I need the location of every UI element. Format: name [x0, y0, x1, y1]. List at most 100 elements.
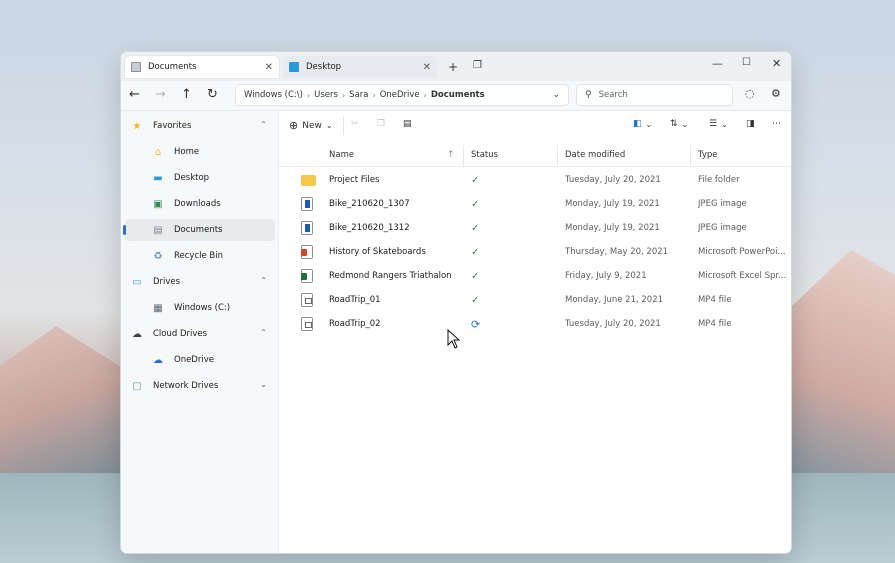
up-arrow-icon[interactable]: ↑	[181, 87, 192, 102]
status-cell: ⟳	[471, 312, 561, 336]
tab-documents[interactable]: Documents ✕	[125, 56, 279, 78]
chevron-down-icon[interactable]: ⌄	[260, 380, 267, 389]
divider	[343, 117, 344, 135]
type-cell: JPEG image	[698, 223, 747, 233]
column-header-type[interactable]: Type	[698, 143, 788, 167]
file-name: RoadTrip_02	[329, 319, 381, 329]
breadcrumb-documents[interactable]: Documents	[431, 90, 485, 100]
command-bar: ⊕ New ⌄ ✂ ❐ ▤ ◧ ⌄ ⇅ ⌄ ☰ ⌄ ◨ ⋯	[279, 111, 791, 141]
preview-pane-icon[interactable]: ◨	[746, 119, 755, 129]
table-row[interactable]: History of Skateboards ✓ Thursday, May 2…	[279, 240, 791, 264]
sidebar-item-label: OneDrive	[174, 355, 214, 365]
duplicate-tab-icon[interactable]: ❐	[473, 60, 482, 71]
close-window-icon[interactable]: ✕	[772, 57, 781, 70]
column-label: Name	[329, 150, 355, 160]
maximize-icon[interactable]: ☐	[742, 57, 751, 68]
close-tab-icon[interactable]: ✕	[423, 62, 431, 73]
file-name: Redmond Rangers Triathalon	[329, 271, 452, 281]
column-separator[interactable]	[557, 145, 558, 167]
new-button[interactable]: ⊕ New ⌄	[289, 119, 333, 132]
paste-icon[interactable]: ▤	[403, 119, 412, 129]
back-arrow-icon[interactable]: ←	[129, 87, 140, 102]
chevron-right-icon: ›	[341, 90, 346, 100]
cloud-drives-icon: ☁	[132, 328, 142, 340]
chevron-up-icon[interactable]: ⌃	[260, 276, 267, 285]
sidebar-item-desktop[interactable]: ▬ Desktop	[125, 167, 275, 189]
sidebar-item-documents[interactable]: ▤ Documents	[123, 219, 275, 241]
synced-check-icon: ✓	[471, 294, 480, 306]
column-header-name[interactable]: Name	[329, 143, 459, 167]
video-file-icon	[301, 293, 313, 307]
close-tab-icon[interactable]: ✕	[265, 62, 273, 73]
cut-icon[interactable]: ✂	[351, 119, 359, 129]
column-header-date-modified[interactable]: Date modified	[565, 143, 693, 167]
sync-status-icon[interactable]: ◌	[745, 87, 755, 100]
sidebar-item-label: Recycle Bin	[174, 251, 224, 261]
file-name-cell: History of Skateboards	[301, 240, 461, 264]
list-view-icon: ☰	[709, 119, 718, 129]
group-button[interactable]: ☰ ⌄	[709, 119, 728, 129]
sort-button[interactable]: ⇅ ⌄	[670, 119, 688, 129]
file-name-cell: Bike_210620_1307	[301, 192, 461, 216]
synced-check-icon: ✓	[471, 198, 480, 210]
table-row[interactable]: Project Files ✓ Tuesday, July 20, 2021 F…	[279, 168, 791, 192]
excel-file-icon	[301, 269, 313, 283]
column-separator[interactable]	[463, 145, 464, 167]
table-row[interactable]: Bike_210620_1312 ✓ Monday, July 19, 2021…	[279, 216, 791, 240]
breadcrumb-users[interactable]: Users	[314, 90, 338, 100]
sidebar-item-windows-drive[interactable]: ▦ Windows (C:)	[125, 297, 275, 319]
minimize-icon[interactable]: —	[712, 57, 723, 70]
status-cell: ✓	[471, 216, 561, 240]
chevron-right-icon: ›	[306, 90, 311, 100]
date-modified-cell: Tuesday, July 20, 2021	[565, 175, 661, 185]
chevron-right-icon: ›	[423, 90, 427, 100]
column-separator[interactable]	[690, 145, 691, 167]
sidebar-group-cloud-drives[interactable]: ☁ Cloud Drives ⌃	[125, 323, 275, 345]
file-name-cell: RoadTrip_01	[301, 288, 461, 312]
tab-desktop[interactable]: Desktop ✕	[283, 56, 437, 78]
sidebar-group-favorites[interactable]: ★ Favorites ⌃	[125, 115, 275, 137]
refresh-icon[interactable]: ↻	[207, 87, 218, 102]
copy-icon[interactable]: ❐	[377, 119, 385, 129]
column-header-row: Name ↑ Status Date modified Type	[279, 143, 791, 167]
star-icon: ★	[132, 120, 142, 132]
more-options-icon[interactable]: ⋯	[772, 119, 781, 129]
table-row[interactable]: RoadTrip_02 ⟳ Tuesday, July 20, 2021 MP4…	[279, 312, 791, 336]
table-row[interactable]: Redmond Rangers Triathalon ✓ Friday, Jul…	[279, 264, 791, 288]
type-cell: File folder	[698, 175, 740, 185]
address-bar[interactable]: Windows (C:\) › Users › Sara › OneDrive …	[235, 84, 569, 106]
column-header-status[interactable]: Status	[471, 143, 561, 167]
table-row[interactable]: Bike_210620_1307 ✓ Monday, July 19, 2021…	[279, 192, 791, 216]
view-options-button[interactable]: ◧ ⌄	[633, 119, 652, 129]
chevron-down-icon[interactable]: ⌄	[552, 90, 560, 100]
breadcrumb-onedrive[interactable]: OneDrive	[380, 90, 420, 100]
sidebar-item-recycle-bin[interactable]: ♻ Recycle Bin	[125, 245, 275, 267]
type-cell: MP4 file	[698, 295, 732, 305]
sidebar-item-downloads[interactable]: ▣ Downloads	[125, 193, 275, 215]
file-name: RoadTrip_01	[329, 295, 381, 305]
image-file-icon	[301, 197, 313, 211]
network-icon: ▢	[132, 380, 142, 392]
sidebar-group-label: Drives	[153, 277, 181, 287]
plus-circle-icon: ⊕	[289, 119, 299, 132]
date-modified-cell: Monday, June 21, 2021	[565, 295, 664, 305]
sidebar-item-home[interactable]: ⌂ Home	[125, 141, 275, 163]
sidebar: ★ Favorites ⌃ ⌂ Home ▬ Desktop ▣ Downloa…	[121, 111, 279, 553]
status-cell: ✓	[471, 192, 561, 216]
chevron-up-icon[interactable]: ⌃	[260, 120, 267, 129]
onedrive-icon: ☁	[153, 354, 163, 366]
chevron-up-icon[interactable]: ⌃	[260, 328, 267, 337]
gear-icon[interactable]: ⚙	[771, 87, 781, 100]
new-tab-icon[interactable]: +	[448, 60, 458, 74]
breadcrumb-drive[interactable]: Windows (C:\)	[244, 90, 303, 100]
sidebar-group-network-drives[interactable]: ▢ Network Drives ⌄	[125, 375, 275, 397]
video-file-icon	[301, 317, 313, 331]
sidebar-item-label: Home	[174, 147, 200, 157]
sidebar-group-drives[interactable]: ▭ Drives ⌃	[125, 271, 275, 293]
table-row[interactable]: RoadTrip_01 ✓ Monday, June 21, 2021 MP4 …	[279, 288, 791, 312]
date-modified-cell: Monday, July 19, 2021	[565, 199, 660, 209]
forward-arrow-icon[interactable]: →	[155, 87, 166, 102]
search-input[interactable]: ⚲ Search	[576, 84, 733, 106]
sidebar-item-onedrive[interactable]: ☁ OneDrive	[125, 349, 275, 371]
breadcrumb-sara[interactable]: Sara	[349, 90, 368, 100]
